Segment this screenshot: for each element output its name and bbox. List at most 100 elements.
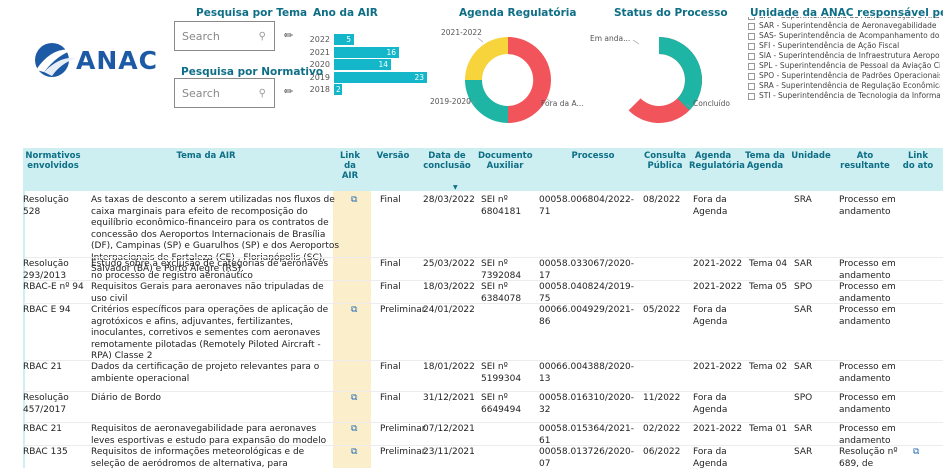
cell-versao: Preliminar [380,424,426,434]
agenda-donut-chart [465,36,552,123]
link-air-cell[interactable]: ⧉ [351,424,371,436]
col-agenda[interactable]: Agenda Regulatória [689,151,745,171]
year-bar[interactable]: 14 [334,59,391,70]
tema-search-input[interactable]: Search ⚲ [174,21,275,51]
cell-normativo: Resolução 457/2017 [23,393,69,415]
link-air-cell[interactable]: ⧉ [351,305,371,317]
checkbox[interactable] [748,52,755,60]
cell-data: 23/11/2021 [423,447,475,457]
cell-data: 31/12/2021 [423,393,475,403]
col-processo[interactable]: Processo [538,151,648,161]
agenda-chart-title: Agenda Regulatória [459,7,577,19]
cell-normativo: RBAC 21 [23,424,63,434]
col-data[interactable]: Data de conclusão [421,151,473,171]
checkbox[interactable] [748,42,755,50]
agenda-slice-2019-2020[interactable] [465,80,508,123]
link-icon[interactable]: ⧉ [351,393,357,403]
cell-normativo: RBAC-E nº 94 [23,282,84,292]
cell-versao: Final [380,195,401,205]
agenda-label-2019-2020: 2019-2020 [430,97,471,106]
row-divider [23,391,943,392]
col-tema[interactable]: Tema da AIR [86,151,326,161]
cell-normativo: Resolução 293/2013 [23,259,69,281]
unidade-option[interactable]: SPO - Superintendência de Padrões Operac… [748,71,940,81]
checkbox[interactable] [748,82,755,90]
checkbox[interactable] [748,72,755,80]
cell-tema: Requisitos de aeronavegabilidade para ae… [91,424,327,446]
cell-ato: Resolução nº 689, de [839,447,898,468]
col-link-air[interactable]: Link da AIR [335,151,365,181]
unidade-option[interactable]: SFI - Superintendência de Ação Fiscal [748,41,940,51]
cell-consulta: 08/2022 [643,195,681,205]
eraser-icon[interactable]: ✏ [284,29,293,42]
col-ato[interactable]: Ato resultante [835,151,895,171]
unidade-option[interactable]: STI - Superintendência de Tecnologia da … [748,91,940,101]
unidade-option-label: SFI - Superintendência de Ação Fiscal [759,41,900,50]
link-icon[interactable]: ⧉ [351,447,357,457]
agenda-label-fora: Fora da A... [541,99,584,108]
year-label: 2020 [309,60,330,69]
row-divider [23,360,943,361]
cell-ato: Processo em andamento [839,305,896,327]
year-label: 2021 [309,47,330,57]
year-bar[interactable]: 5 [334,34,354,45]
cell-documento: SEI nº 6649494 [481,393,522,415]
unidade-option-label: SPO - Superintendência de Padrões Operac… [759,71,940,80]
row-divider [23,257,943,258]
sort-desc-icon[interactable]: ▼ [453,184,458,191]
col-link-ato[interactable]: Link do ato [901,151,935,171]
col-tema-agenda[interactable]: Tema da Agenda [745,151,785,171]
cell-unidade: SAR [794,259,813,269]
cell-normativo: RBAC E 94 [23,305,71,315]
cell-agenda: 2021-2022 [693,259,743,269]
ano-air-bar-chart: 2022 5 2021 16 2020 14 2019 23 2018 2 [306,34,427,134]
cell-data: 18/03/2022 [423,282,475,292]
checkbox[interactable] [748,32,755,40]
year-bar[interactable]: 23 [334,71,427,83]
unidade-option-label: SIA - Superintendência de Infraestrutura… [759,51,940,60]
year-label: 2019 [309,72,330,82]
year-bar[interactable]: 2 [334,84,342,95]
cell-data: 24/01/2022 [423,305,475,315]
checkbox[interactable] [748,62,755,70]
unidade-option[interactable]: SIA - Superintendência de Infraestrutura… [748,51,940,61]
logo-text: ANAC [76,46,158,75]
anac-logo: ANAC [30,40,170,80]
unidade-option[interactable]: SAS- Superintendência de Acompanhamento … [748,31,940,41]
link-icon[interactable]: ⧉ [351,424,357,434]
col-consulta[interactable]: Consulta Pública [642,151,688,171]
cell-ato: Processo em andamento [839,259,896,281]
status-label-andamento: Em anda... [590,34,631,43]
cell-unidade: SAR [794,305,813,315]
year-label: 2022 [309,35,330,44]
link-icon[interactable]: ⧉ [351,305,357,315]
tema-search-placeholder: Search [182,29,220,43]
link-icon[interactable]: ⧉ [351,195,357,205]
link-air-cell[interactable]: ⧉ [351,393,371,405]
checkbox[interactable] [748,92,755,100]
unidade-checkbox-list[interactable]: SAF - Superintendência de Administração … [748,17,940,145]
col-normativos[interactable]: Normativos envolvidos [23,151,83,171]
checkbox[interactable] [748,22,755,30]
unidade-option[interactable]: SAR - Superintendência de Aeronavegabili… [748,21,940,31]
agenda-slice-2021-2022[interactable] [465,37,508,80]
col-versao[interactable]: Versão [373,151,413,161]
normativo-search-input[interactable]: Search ⚲ [174,78,275,108]
cell-versao: Final [380,259,401,269]
cell-unidade: SAR [794,362,813,372]
col-unidade[interactable]: Unidade [791,151,831,161]
link-air-cell[interactable]: ⧉ [351,195,371,207]
link-icon[interactable]: ⧉ [913,447,919,457]
cell-agenda: 2021-2022 [693,424,743,434]
eraser-icon[interactable]: ✏ [284,85,293,98]
checkbox[interactable] [748,17,755,20]
col-documento[interactable]: Documento Auxiliar [478,151,533,171]
year-bar[interactable]: 16 [334,46,399,58]
link-air-cell[interactable]: ⧉ [351,447,371,459]
cell-agenda: Fora da Agenda [693,393,728,415]
status-chart-title: Status do Processo [614,7,728,19]
unidade-option[interactable]: SRA - Superintendência de Regulação Econ… [748,81,940,91]
link-ato-cell[interactable]: ⧉ [913,447,933,459]
cell-processo: 00058.016310/2020-32 [539,393,635,415]
unidade-option[interactable]: SPL - Superintendência de Pessoal da Avi… [748,61,940,71]
